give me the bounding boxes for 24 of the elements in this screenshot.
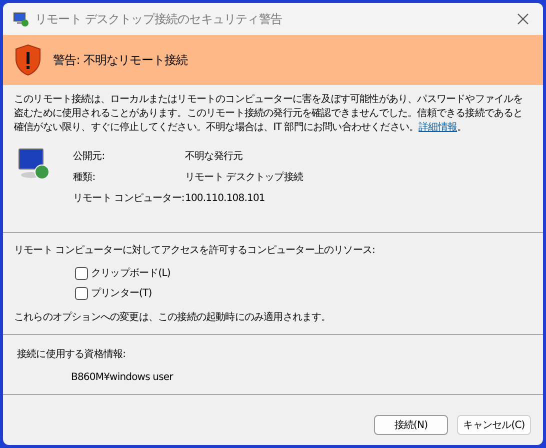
options-note: これらのオプションへの変更は、この接続の起動時にのみ適用されます。 bbox=[14, 310, 332, 325]
detail-label: 種類: bbox=[73, 170, 96, 185]
detail-value: 不明な発行元 bbox=[185, 150, 244, 164]
credentials-user: B860M¥windows user bbox=[70, 371, 174, 385]
detail-label: リモート コンピューター: bbox=[73, 192, 185, 206]
checkbox-label[interactable]: プリンター(T) bbox=[91, 286, 152, 301]
detail-value: リモート デスクトップ接続 bbox=[185, 170, 303, 185]
remote-monitor-icon bbox=[17, 147, 51, 181]
checkbox[interactable] bbox=[75, 287, 88, 300]
warning-message: このリモート接続は、ローカルまたはリモートのコンピューターに害を及ぼす可能性があり、パスワードやファイルを盗むために使用されることがあります。このリモート接続の発行元を確認できませんでした。信頼できる接続であると確信がない限り、すぐに停止してください。不明な場合は、IT 部門にお問い合わせください。詳細情報。 bbox=[13, 92, 524, 135]
warning-shield-icon bbox=[15, 44, 41, 76]
resources-heading: リモート コンピューターに対してアクセスを許可するコンピューター上のリソース: bbox=[14, 244, 376, 258]
detail-value: 100.110.108.101 bbox=[185, 192, 266, 206]
more-info-link[interactable]: 詳細情報 bbox=[418, 122, 458, 133]
checkbox[interactable] bbox=[75, 267, 88, 280]
warning-title: 警告: 不明なリモート接続 bbox=[53, 52, 188, 69]
window-title: リモート デスクトップ接続のセキュリティ警告 bbox=[35, 11, 282, 28]
detail-label: 公開元: bbox=[73, 150, 106, 164]
credentials-heading: 接続に使用する資格情報: bbox=[17, 348, 127, 362]
dialog-button[interactable]: 接続(N) bbox=[374, 415, 448, 435]
checkbox-label[interactable]: クリップボード(L) bbox=[91, 266, 170, 281]
monitor-icon bbox=[13, 11, 29, 27]
close-icon[interactable] bbox=[517, 13, 529, 25]
dialog-button[interactable]: キャンセル(C) bbox=[457, 415, 531, 435]
